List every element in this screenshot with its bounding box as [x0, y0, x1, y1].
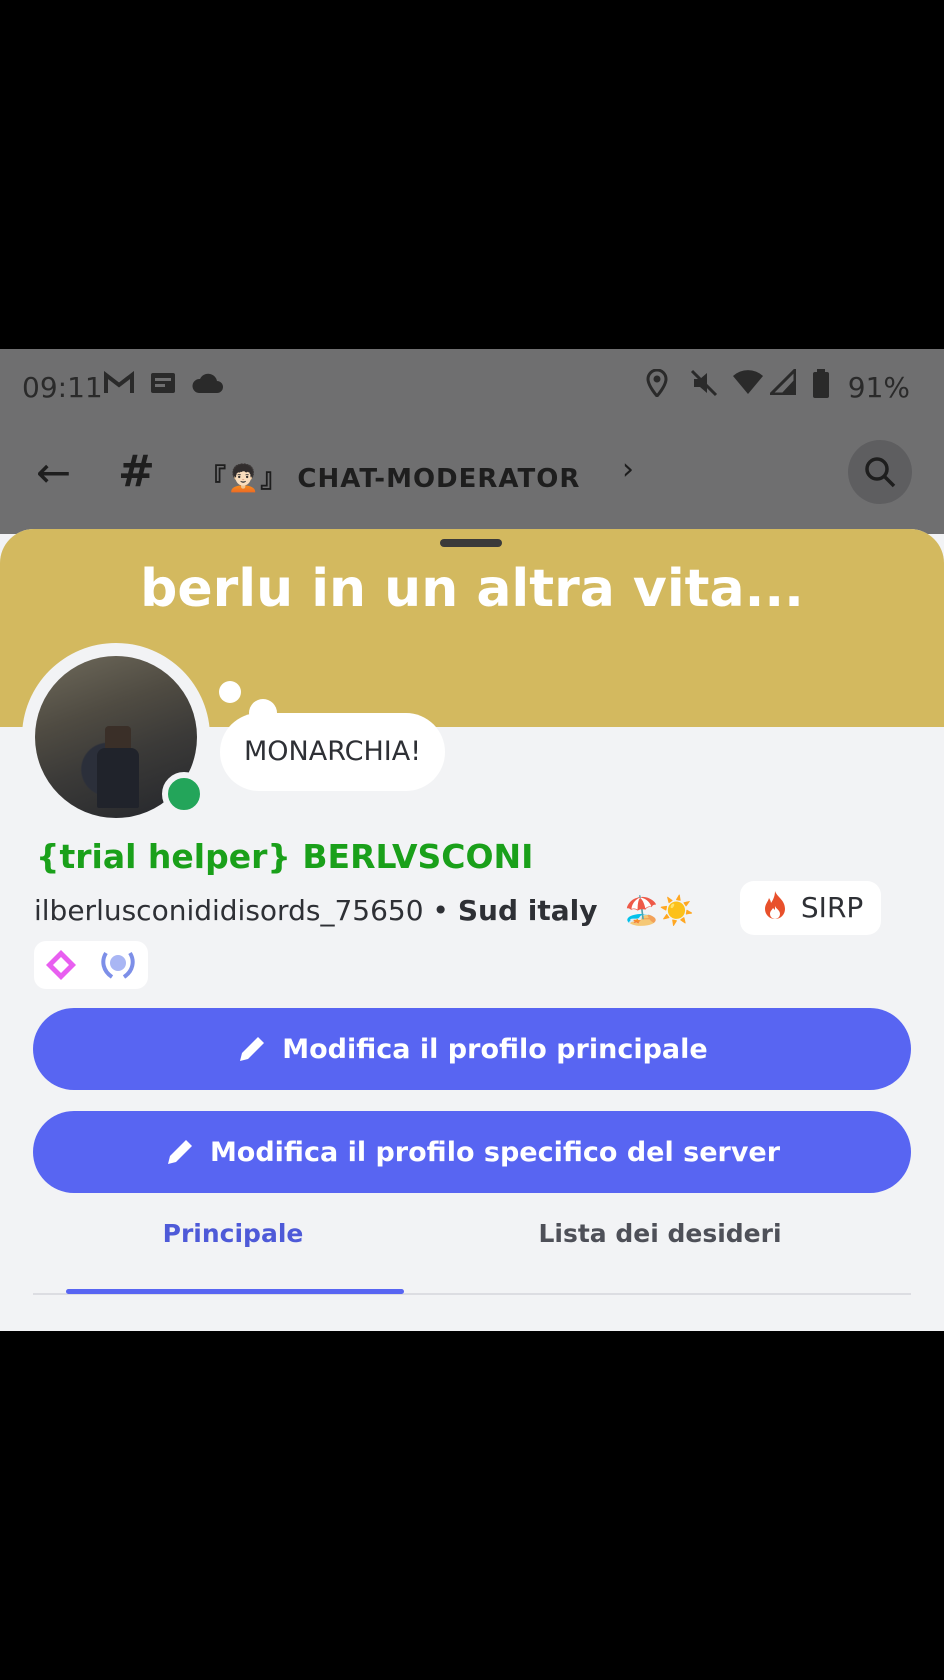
battery-icon: [812, 369, 830, 406]
gmail-icon: [104, 369, 134, 402]
tab-principale[interactable]: Principale: [0, 1219, 466, 1248]
channel-hash-lock-icon: #: [118, 446, 155, 497]
badge-row: [34, 941, 148, 989]
search-button[interactable]: [848, 440, 912, 504]
nitro-boost-badge-icon[interactable]: [44, 948, 78, 982]
status-bar: 09:11 91%: [0, 349, 944, 429]
status-time: 09:11: [22, 371, 103, 404]
location-text: Sud italy: [457, 894, 598, 927]
dimmed-background: 09:11 91%: [0, 349, 944, 534]
search-icon: [865, 457, 896, 488]
custom-status-bubble[interactable]: MONARCHIA!: [220, 713, 446, 791]
separator-dot: •: [432, 894, 458, 927]
back-arrow-icon[interactable]: ←: [36, 452, 71, 494]
location-emoji: 🏖️☀️: [624, 894, 695, 927]
cloud-icon: [190, 369, 224, 402]
mute-icon: [690, 369, 718, 404]
screen: 09:11 91%: [0, 349, 944, 1331]
banner-caption: berlu in un altra vita...: [140, 559, 804, 619]
username[interactable]: ilberlusconididisords_75650: [34, 894, 424, 927]
server-tag-label: SIRP: [800, 891, 864, 924]
profile-subline: ilberlusconididisords_75650 • Sud italy …: [34, 894, 694, 927]
flame-icon: [765, 891, 785, 919]
edit-main-profile-button[interactable]: Modifica il profilo principale: [33, 1008, 911, 1090]
active-tab-indicator: [66, 1289, 404, 1294]
channel-header: ← # 『🧑🏻‍🦱』 CHAT-MODERATOR ›: [0, 440, 944, 514]
tab-wishlist[interactable]: Lista dei desideri: [440, 1219, 880, 1248]
drag-handle[interactable]: [440, 539, 502, 547]
display-name: {trial helper} BERLVSCONI: [36, 837, 534, 876]
channel-title[interactable]: 『🧑🏻‍🦱』 CHAT-MODERATOR: [200, 458, 580, 495]
thought-bubble-dot: [219, 681, 241, 703]
signal-icon: [767, 366, 797, 402]
avatar-figure-body: [97, 748, 139, 808]
online-status-indicator: [162, 772, 206, 816]
location-icon: [646, 368, 668, 404]
profile-sheet: berlu in un altra vita... MONARCHIA! {tr…: [0, 529, 944, 1331]
notification-icon: [150, 369, 176, 402]
chevron-right-icon[interactable]: ›: [622, 452, 634, 487]
wifi-icon: [732, 369, 764, 402]
battery-level: 91%: [847, 371, 910, 404]
pencil-icon: [240, 1037, 265, 1061]
pencil-icon: [167, 1140, 192, 1164]
server-tag[interactable]: SIRP: [740, 881, 882, 935]
laurel-badge-icon[interactable]: [98, 947, 138, 983]
edit-server-profile-button[interactable]: Modifica il profilo specifico del server: [33, 1111, 911, 1193]
edit-server-profile-label: Modifica il profilo specifico del server: [209, 1136, 781, 1168]
edit-main-profile-label: Modifica il profilo principale: [282, 1033, 708, 1065]
